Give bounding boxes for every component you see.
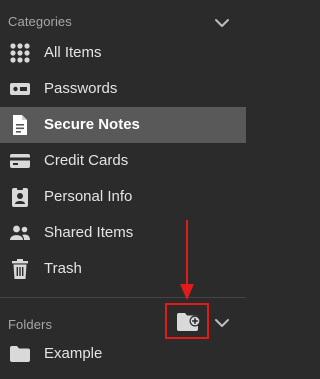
chevron-down-icon[interactable] (213, 14, 231, 32)
categories-title: Categories (8, 14, 72, 29)
sidebar-item-personal-info[interactable]: Personal Info (0, 179, 246, 215)
credit-card-icon (10, 154, 30, 168)
sidebar-item-label: Credit Cards (44, 152, 129, 169)
sidebar-item-label: Shared Items (44, 224, 134, 241)
sidebar-item-passwords[interactable]: Passwords (0, 71, 246, 107)
users-icon (10, 225, 30, 240)
sidebar-item-secure-notes[interactable]: Secure Notes (0, 107, 246, 143)
note-icon (13, 115, 27, 135)
folder-item-example[interactable]: Example (0, 336, 246, 372)
sidebar-item-trash[interactable]: Trash (0, 251, 246, 287)
id-card-icon (12, 187, 28, 207)
vault-sidebar: Categories All Items Passwords Secure No… (0, 0, 246, 379)
add-folder-button[interactable] (165, 303, 209, 339)
sidebar-item-credit-cards[interactable]: Credit Cards (0, 143, 246, 179)
sidebar-item-label: All Items (44, 44, 102, 61)
sidebar-item-label: Trash (44, 260, 82, 277)
password-icon (10, 83, 30, 95)
sidebar-item-shared-items[interactable]: Shared Items (0, 215, 246, 251)
folder-item-label: Example (44, 345, 103, 362)
sidebar-item-all-items[interactable]: All Items (0, 35, 246, 71)
folder-icon (10, 346, 30, 362)
trash-icon (12, 259, 28, 279)
folders-title: Folders (8, 317, 53, 332)
folders-header[interactable]: Folders (0, 306, 246, 338)
categories-header[interactable]: Categories (0, 4, 246, 36)
sidebar-item-label: Personal Info (44, 188, 133, 205)
sidebar-item-label: Passwords (44, 80, 118, 97)
sidebar-item-label: Secure Notes (44, 116, 140, 133)
annotation-arrow-icon (180, 220, 194, 300)
grid-icon (10, 43, 30, 63)
section-divider (0, 297, 246, 298)
folder-plus-icon (177, 313, 201, 331)
chevron-down-icon[interactable] (213, 314, 231, 332)
